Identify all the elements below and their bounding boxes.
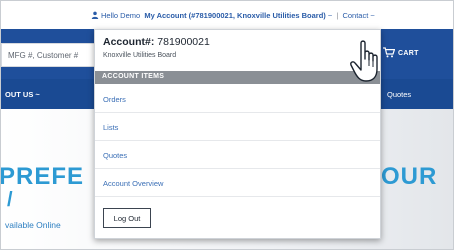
account-caret-icon[interactable]: ~ bbox=[328, 11, 332, 20]
account-dropdown: Account#: 781900021 Knoxville Utilities … bbox=[94, 29, 381, 239]
search-input[interactable]: MFG #, Customer # bbox=[1, 43, 99, 67]
menu-item-quotes[interactable]: Quotes bbox=[95, 142, 380, 169]
account-summary: Account#: 781900021 Knoxville Utilities … bbox=[95, 30, 380, 70]
account-items-header: ACCOUNT ITEMS bbox=[95, 71, 380, 84]
account-label: Account#: bbox=[103, 36, 155, 48]
my-account-link[interactable]: My Account (#781900021, Knoxville Utilit… bbox=[144, 11, 325, 20]
hero-headline-second-line: / bbox=[7, 189, 13, 211]
contact-link[interactable]: Contact bbox=[342, 11, 368, 20]
menu-item-lists[interactable]: Lists bbox=[95, 114, 380, 141]
browser-viewport: Hello Demo My Account (#781900021, Knoxv… bbox=[0, 0, 454, 250]
nav-quotes[interactable]: Quotes bbox=[387, 90, 411, 99]
account-number: 781900021 bbox=[157, 36, 210, 48]
log-out-button[interactable]: Log Out bbox=[103, 208, 151, 228]
menu-item-label: Lists bbox=[103, 123, 119, 132]
menu-item-label: Account Overview bbox=[103, 179, 164, 188]
menu-item-orders[interactable]: Orders bbox=[95, 86, 380, 113]
hero-headline-left: PREFE bbox=[0, 163, 85, 190]
menu-item-account-overview[interactable]: Account Overview bbox=[95, 170, 380, 197]
account-items-title: ACCOUNT ITEMS bbox=[102, 73, 165, 80]
menu-item-label: Quotes bbox=[103, 151, 128, 160]
utility-bar: Hello Demo My Account (#781900021, Knoxv… bbox=[1, 1, 453, 29]
search-placeholder: MFG #, Customer # bbox=[8, 51, 79, 60]
separator: | bbox=[336, 11, 339, 20]
account-org-name: Knoxville Utilities Board bbox=[103, 52, 177, 59]
greeting-text: Hello Demo bbox=[101, 11, 141, 20]
hero-available-online: vailable Online bbox=[5, 220, 61, 230]
nav-about-us[interactable]: OUT US ~ bbox=[5, 90, 40, 99]
hand-cursor-icon bbox=[350, 40, 378, 82]
contact-caret-icon[interactable]: ~ bbox=[370, 11, 374, 20]
user-icon bbox=[91, 11, 99, 19]
menu-item-label: Orders bbox=[103, 95, 126, 104]
account-number-line: Account#: 781900021 bbox=[103, 36, 210, 48]
hero-headline-right: OUR bbox=[381, 163, 438, 190]
cart-label: CART bbox=[398, 50, 419, 57]
account-menu-trigger[interactable]: Hello Demo My Account (#781900021, Knoxv… bbox=[91, 11, 375, 20]
